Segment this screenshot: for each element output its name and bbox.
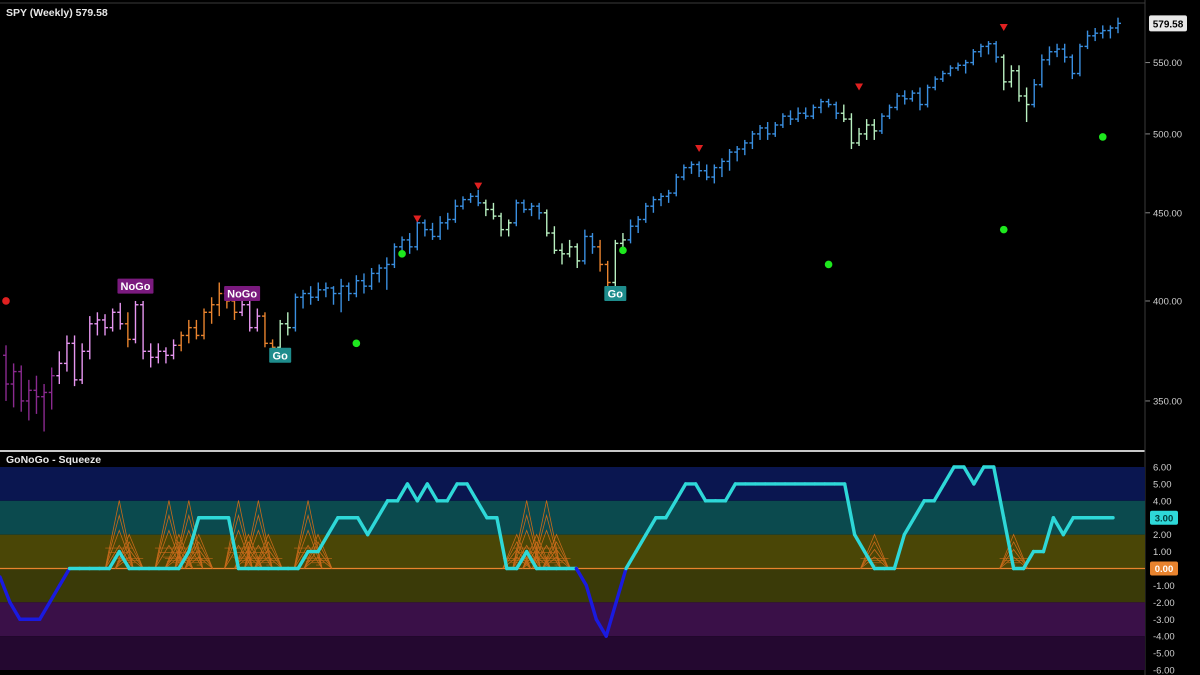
nogo-continuation-dot <box>2 297 10 305</box>
oscillator-tick-label: 6.00 <box>1153 463 1172 474</box>
go-continuation-dot <box>619 246 627 255</box>
oscillator-band <box>0 636 1145 670</box>
price-tick-label: 550.00 <box>1153 58 1182 69</box>
oscillator-tick-label: -2.00 <box>1153 598 1175 609</box>
oscillator-tick-label: -1.00 <box>1153 581 1175 592</box>
gonogo-chart: 350.00 400.00 450.00 500.00 550.00 NoGo NoGo Go… <box>0 0 1200 675</box>
oscillator-band <box>0 568 1145 603</box>
oscillator-tick-label: -4.00 <box>1153 632 1175 643</box>
oscillator-tick-label: 2.00 <box>1153 530 1172 541</box>
svg-text:3.00: 3.00 <box>1155 513 1174 524</box>
zero-value-badge: 0.00 <box>1150 561 1178 576</box>
go-continuation-dot <box>398 250 406 258</box>
svg-text:Go: Go <box>608 289 624 301</box>
svg-text:Go: Go <box>273 350 289 362</box>
oscillator-band <box>0 602 1145 637</box>
go-label: Go <box>604 286 627 302</box>
go-continuation-dot <box>352 339 361 348</box>
go-label: Go <box>269 347 292 363</box>
price-tick-label: 350.00 <box>1153 396 1182 407</box>
price-tick-label: 500.00 <box>1153 129 1182 140</box>
oscillator-tick-label: 5.00 <box>1153 479 1172 490</box>
nogo-label: NoGo <box>224 286 261 302</box>
svg-text:0.00: 0.00 <box>1155 564 1174 575</box>
oscillator-value-badge: 3.00 <box>1150 510 1178 525</box>
go-continuation-dot <box>1098 133 1107 141</box>
nogo-label: NoGo <box>117 278 154 294</box>
oscillator-band <box>0 500 1145 535</box>
price-tick-label: 400.00 <box>1153 296 1182 307</box>
oscillator-panel: 6.00 5.00 4.00 3.00 2.00 1.00 0.00 -1.00 -2.00 -3… <box>0 463 1178 675</box>
go-continuation-dot <box>824 260 833 269</box>
oscillator-title: GoNoGo - Squeeze <box>6 454 101 466</box>
svg-text:NoGo: NoGo <box>227 289 257 301</box>
price-tick-label: 450.00 <box>1153 208 1182 219</box>
price-title: SPY (Weekly) 579.58 <box>6 7 108 19</box>
oscillator-tick-label: -5.00 <box>1153 649 1175 660</box>
svg-text:579.58: 579.58 <box>1153 19 1184 30</box>
last-price-badge: 579.58 <box>1149 15 1187 32</box>
oscillator-tick-label: -3.00 <box>1153 615 1175 626</box>
svg-text:NoGo: NoGo <box>121 281 151 293</box>
go-continuation-dot <box>999 225 1008 234</box>
oscillator-tick-label: 1.00 <box>1153 547 1172 558</box>
oscillator-tick-label: -6.00 <box>1153 666 1175 675</box>
oscillator-tick-label: 4.00 <box>1153 496 1172 507</box>
